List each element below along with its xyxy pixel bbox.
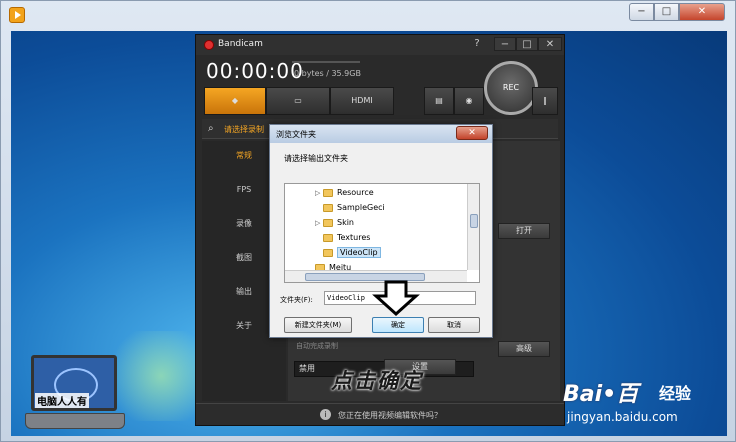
cancel-button[interactable]: 取消 [428, 317, 480, 333]
tab-screen[interactable]: ▭ [266, 87, 330, 115]
tree-item[interactable]: Textures [323, 231, 370, 245]
mode-tabs: ◆ ▭ HDMI ▤ ◉ ‖ [202, 87, 558, 115]
close-button[interactable]: ✕ [538, 37, 562, 51]
logo-text: 电脑人人有 [35, 393, 89, 408]
open-button[interactable]: 打开 [498, 223, 550, 239]
record-timer: 00:00:00 [206, 59, 304, 83]
dialog-close-button[interactable]: ✕ [456, 126, 488, 140]
record-dot-icon [204, 40, 214, 50]
watermark-url: jingyan.baidu.com [567, 410, 678, 424]
dialog-title: 浏览文件夹 [276, 130, 316, 139]
file-size: 0 bytes / 35.9GB [294, 69, 361, 78]
watermark-logo: Bai•百 [563, 382, 639, 407]
annotation-text: 点击确定 [331, 369, 423, 393]
dialog-titlebar: 浏览文件夹 ✕ [270, 125, 492, 143]
folder-icon[interactable]: ▤ [424, 87, 454, 115]
new-folder-button[interactable]: 新建文件夹(M) [284, 317, 352, 333]
size-bar [292, 61, 360, 63]
tree-item-selected[interactable]: VideoClip [323, 246, 381, 260]
expand-arrow-icon[interactable]: ▷ [315, 216, 323, 230]
search-icon: ⌕ [208, 123, 214, 134]
app-name: Bandicam [218, 39, 263, 49]
laptop-logo: 电脑人人有 [25, 355, 129, 433]
maximize-button[interactable]: □ [516, 37, 538, 51]
scroll-thumb[interactable] [470, 214, 478, 228]
camera-icon[interactable]: ◉ [454, 87, 484, 115]
footer-bar: i 您正在使用视频编辑软件吗？ [196, 403, 564, 425]
minimize-button[interactable]: − [629, 3, 654, 21]
folder-icon [323, 188, 333, 197]
down-arrow-icon [372, 280, 420, 316]
info-icon: i [320, 409, 331, 420]
tree-item[interactable]: SampleGeci [323, 201, 385, 215]
ok-button[interactable]: 确定 [372, 317, 424, 333]
footer-link[interactable]: 您正在使用视频编辑软件吗？ [338, 410, 442, 421]
autocomplete-label: 自动完成录制 [296, 342, 338, 350]
folder-icon [323, 218, 333, 227]
laptop-base-icon [25, 413, 125, 429]
tree-vertical-scrollbar[interactable] [467, 184, 479, 270]
advanced-button[interactable]: 高级 [498, 341, 550, 357]
gamepad-icon: ◆ [231, 96, 239, 105]
close-button[interactable]: ✕ [679, 3, 725, 21]
baidu-watermark: Bai•百 经验 jingyan.baidu.com [563, 376, 713, 432]
maximize-button[interactable]: □ [654, 3, 679, 21]
minimize-button[interactable]: − [494, 37, 516, 51]
watermark-brand: 经验 [659, 384, 692, 403]
expand-arrow-icon[interactable]: ▷ [315, 186, 323, 200]
tab-game[interactable]: ◆ [204, 87, 266, 115]
bandicam-titlebar: Bandicam ? − □ ✕ [196, 35, 564, 55]
folder-icon [323, 248, 333, 257]
dialog-prompt: 请选择输出文件夹 [284, 154, 348, 163]
folder-tree[interactable]: ▷ Resource SampleGeci ▷ Skin Textures Vide… [284, 183, 480, 283]
screen-icon: ▭ [294, 96, 302, 105]
app-play-icon [9, 7, 25, 23]
folder-field-label: 文件夹(F): [280, 296, 313, 304]
outer-window: − □ ✕ 电脑人人有 Bandicam ? − □ ✕ 00:00:00 0 … [0, 0, 736, 442]
help-button[interactable]: ? [470, 37, 484, 51]
folder-icon [323, 233, 333, 242]
outer-titlebar: − □ ✕ [1, 1, 736, 29]
pause-icon[interactable]: ‖ [532, 87, 558, 115]
tree-item[interactable]: ▷ Skin [315, 216, 354, 230]
tree-item[interactable]: ▷ Resource [315, 186, 374, 200]
tab-hdmi[interactable]: HDMI [330, 87, 394, 115]
folder-icon [323, 203, 333, 212]
search-hint: 请选择录制 [224, 125, 264, 134]
